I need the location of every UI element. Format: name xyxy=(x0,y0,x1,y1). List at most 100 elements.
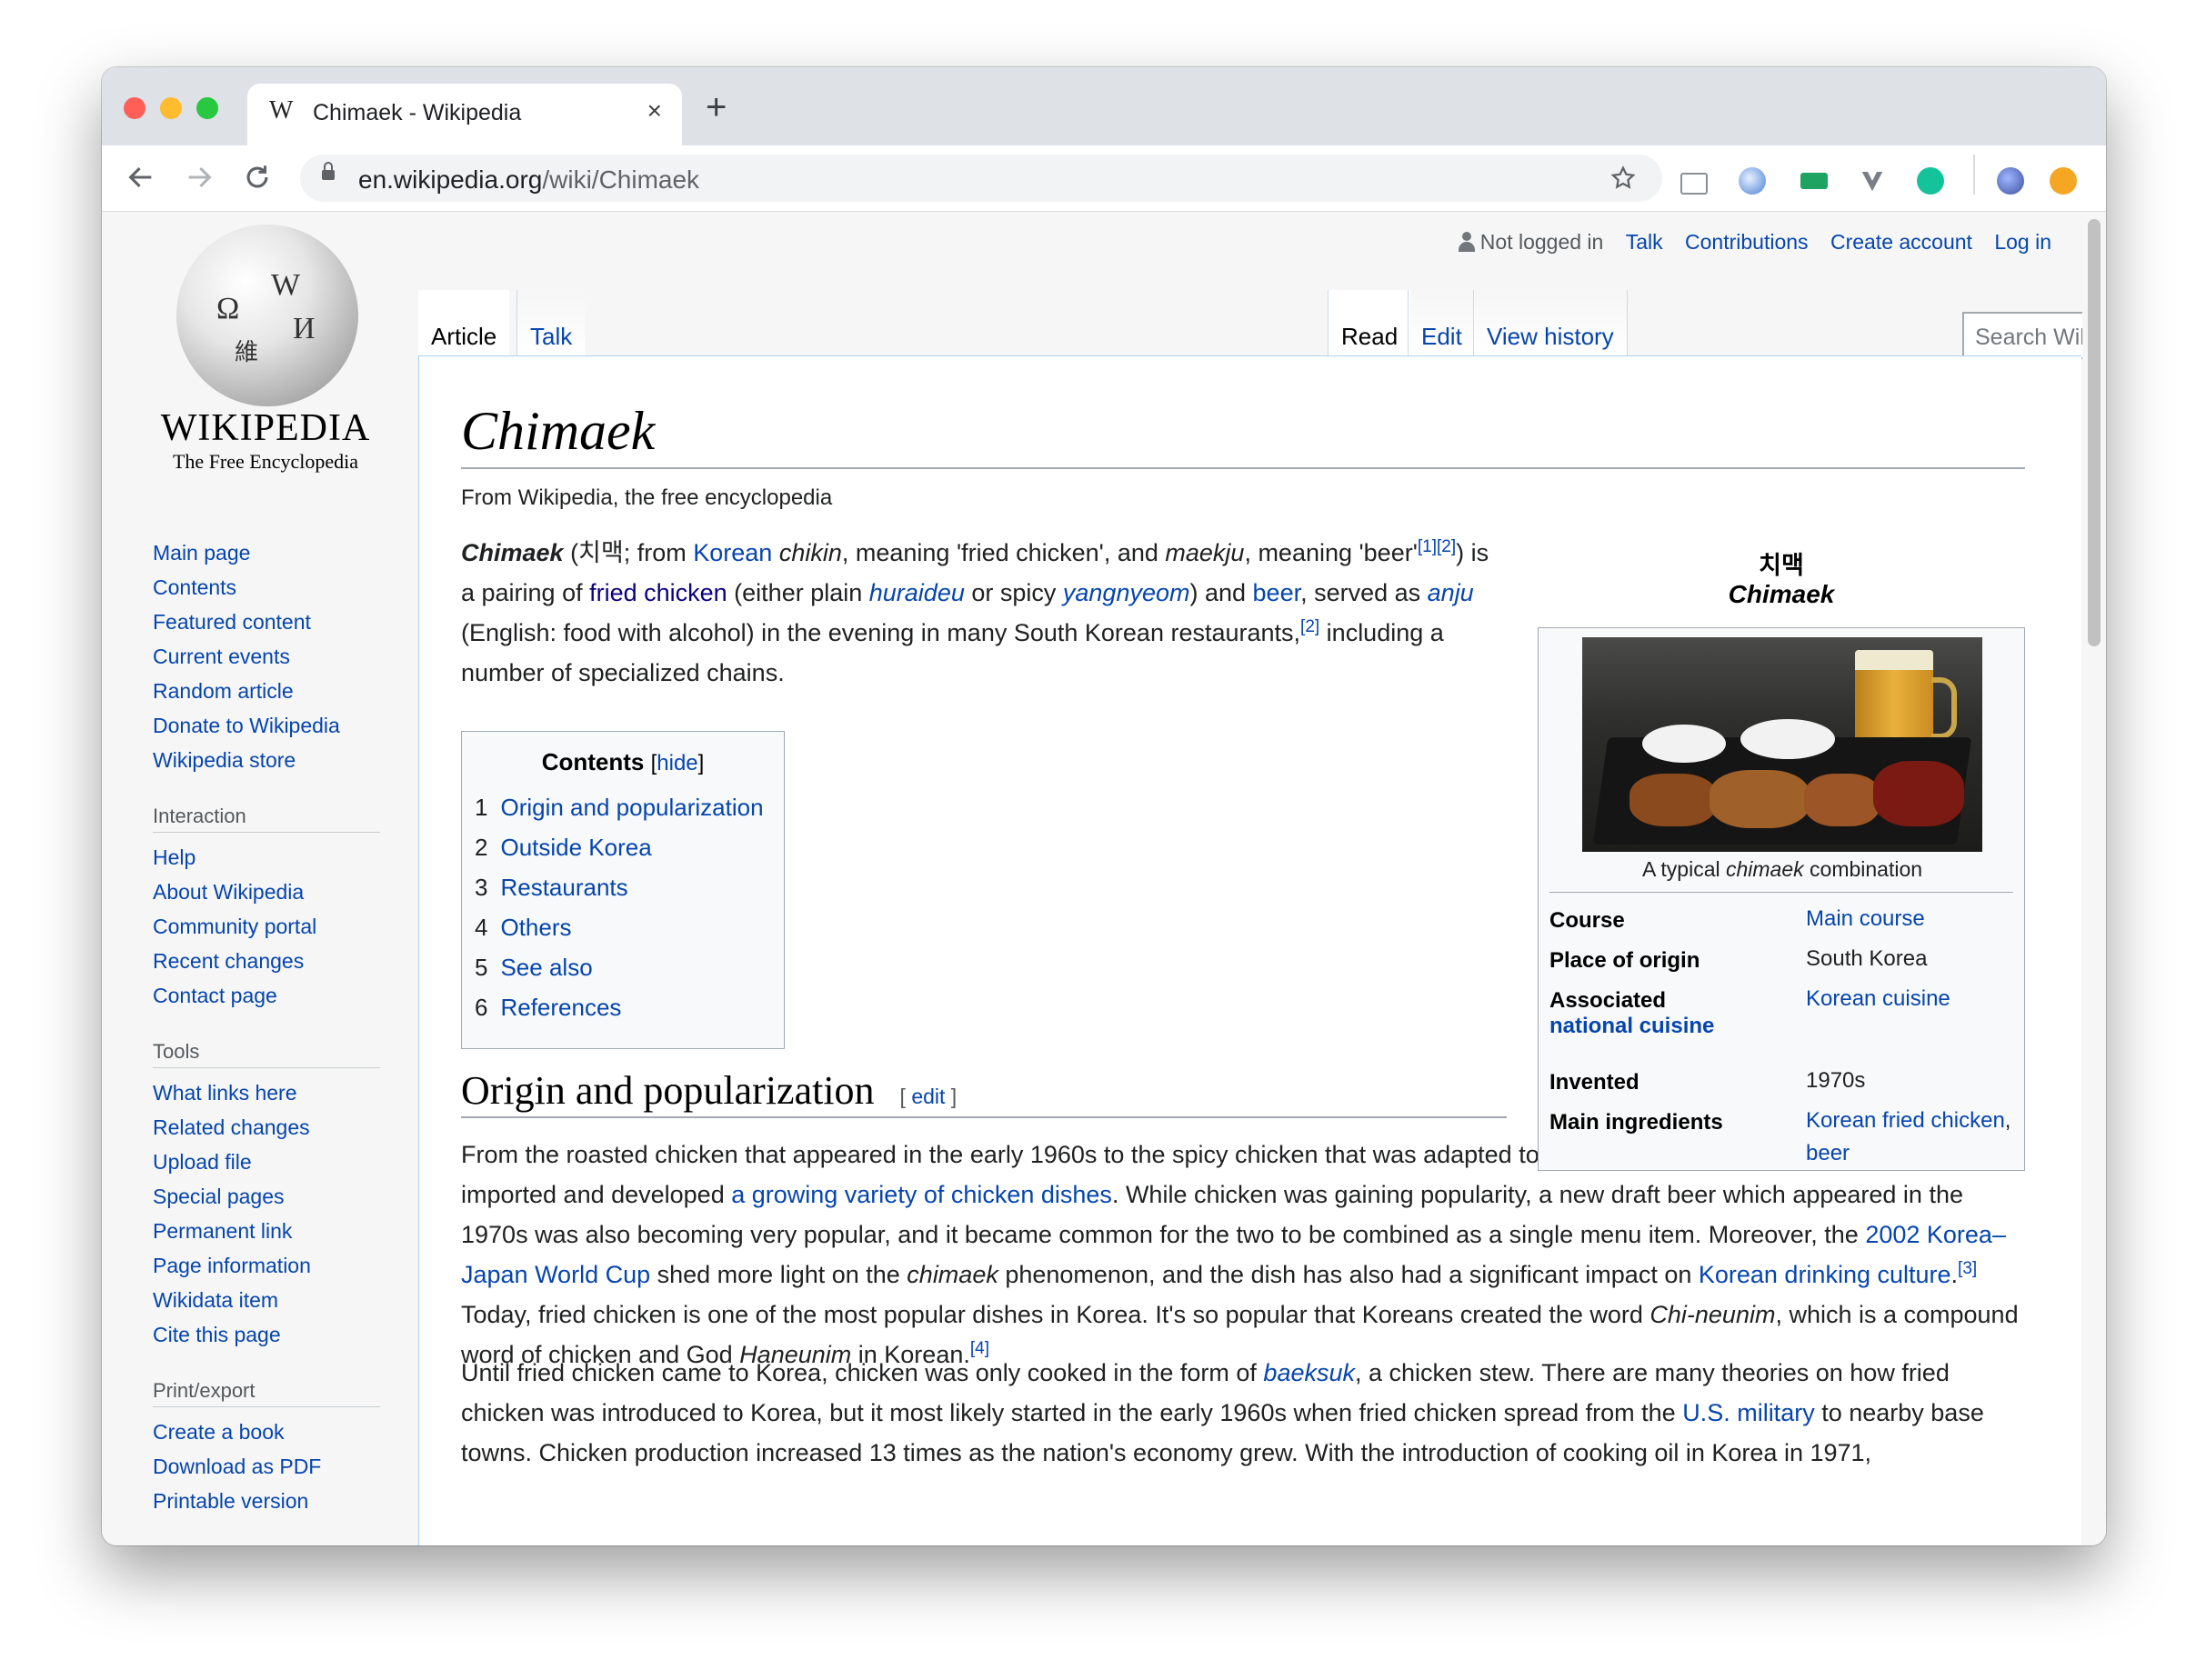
scrollbar-thumb[interactable] xyxy=(2088,219,2101,646)
korean-fried-chicken-link[interactable]: Korean fried chicken xyxy=(1806,1108,2005,1133)
citation-3[interactable]: [3] xyxy=(1958,1259,1977,1278)
tab-article[interactable]: Article xyxy=(418,290,510,357)
toc-label[interactable]: Others xyxy=(500,914,571,941)
sidebar-item-about[interactable]: About Wikipedia xyxy=(153,875,389,909)
chicken-dishes-link[interactable]: a growing variety of chicken dishes xyxy=(731,1181,1112,1208)
lock-icon xyxy=(322,162,335,180)
sidebar-item-recent-changes[interactable]: Recent changes xyxy=(153,944,389,978)
toc-item[interactable]: 5 See also xyxy=(475,947,771,987)
toc-hide-link[interactable]: hide xyxy=(657,751,697,775)
close-window-button[interactable] xyxy=(124,97,145,119)
sidebar-item-special-pages[interactable]: Special pages xyxy=(153,1179,389,1214)
zoom-window-button[interactable] xyxy=(196,97,218,119)
toc-label[interactable]: Restaurants xyxy=(500,874,627,901)
main-course-link[interactable]: Main course xyxy=(1806,903,2033,935)
sidebar-item-community-portal[interactable]: Community portal xyxy=(153,909,389,944)
national-cuisine-link[interactable]: national cuisine xyxy=(1549,1014,1714,1038)
sidebar-item-wikidata-item[interactable]: Wikidata item xyxy=(153,1283,389,1317)
sidebar-item-featured-content[interactable]: Featured content xyxy=(153,605,389,639)
address-bar[interactable]: en.wikipedia.org/wiki/Chimaek xyxy=(300,155,1662,202)
beer-ingredient-link[interactable]: beer xyxy=(1806,1141,1850,1165)
korean-cuisine-link[interactable]: Korean cuisine xyxy=(1806,983,2033,1015)
toc-item[interactable]: 6 References xyxy=(475,987,771,1027)
sidebar-item-donate[interactable]: Donate to Wikipedia xyxy=(153,708,389,743)
create-account-link[interactable]: Create account xyxy=(1830,230,1972,254)
toc-label[interactable]: See also xyxy=(500,954,592,981)
us-military-link[interactable]: U.S. military xyxy=(1682,1399,1815,1426)
sidebar-item-current-events[interactable]: Current events xyxy=(153,639,389,674)
caption-em: chimaek xyxy=(1725,857,1804,881)
chimaek-photo[interactable] xyxy=(1582,637,1982,852)
sidebar-item-what-links-here[interactable]: What links here xyxy=(153,1075,389,1110)
toc-item[interactable]: 1 Origin and popularization xyxy=(475,787,771,827)
huraideu-link[interactable]: huraideu xyxy=(869,579,965,606)
grammarly-icon[interactable] xyxy=(1917,167,1944,195)
section-edit-link[interactable]: edit xyxy=(911,1085,945,1108)
yangnyeom-link[interactable]: yangnyeom xyxy=(1063,579,1190,606)
tab-talk[interactable]: Talk xyxy=(516,290,586,355)
reader-mode-icon[interactable] xyxy=(1680,173,1708,195)
lead-space xyxy=(772,539,779,566)
toc-hide-toggle[interactable]: [hide] xyxy=(651,751,705,775)
toc-label[interactable]: References xyxy=(500,994,621,1021)
lead-paragraph: Chimaek (치맥; from Korean chikin, meaning… xyxy=(461,533,1507,693)
toc-item[interactable]: 4 Others xyxy=(475,907,771,947)
sauce-bowl-shape xyxy=(1740,719,1835,759)
sidebar-item-printable-version[interactable]: Printable version xyxy=(153,1484,389,1518)
sidebar-item-store[interactable]: Wikipedia store xyxy=(153,743,389,777)
fried-chicken-shape xyxy=(1629,774,1717,826)
extension-globe-icon[interactable] xyxy=(1739,167,1766,195)
reload-icon[interactable] xyxy=(242,162,273,193)
tab-edit[interactable]: Edit xyxy=(1408,290,1475,355)
baeksuk-link[interactable]: baeksuk xyxy=(1263,1359,1355,1386)
sidebar-item-download-pdf[interactable]: Download as PDF xyxy=(153,1449,389,1484)
minimize-window-button[interactable] xyxy=(160,97,182,119)
profile-avatar[interactable] xyxy=(1997,167,2024,195)
citation-2[interactable]: [2] xyxy=(1437,537,1456,556)
citation-1[interactable]: [1] xyxy=(1418,537,1437,556)
page-title: Chimaek xyxy=(461,395,2025,469)
tab-read[interactable]: Read xyxy=(1328,290,1411,357)
sidebar-item-create-book[interactable]: Create a book xyxy=(153,1415,389,1449)
extension-ruler-icon[interactable] xyxy=(1800,173,1828,189)
sidebar-item-upload-file[interactable]: Upload file xyxy=(153,1145,389,1179)
lead-text-5: (either plain xyxy=(727,579,869,606)
extension-vivaldi-icon[interactable] xyxy=(1859,167,1886,195)
sidebar-item-contents[interactable]: Contents xyxy=(153,570,389,605)
wikipedia-logo[interactable]: Ω W И 維 WIKIPEDIA The Free Encyclopedia xyxy=(156,225,375,479)
baeksuk-text: baeksuk xyxy=(1263,1359,1355,1386)
log-in-link[interactable]: Log in xyxy=(1994,230,2051,254)
bookmark-star-icon[interactable] xyxy=(1609,165,1637,192)
toc-label[interactable]: Origin and popularization xyxy=(500,794,763,821)
sidebar-item-permanent-link[interactable]: Permanent link xyxy=(153,1214,389,1248)
beer-link[interactable]: beer xyxy=(1253,579,1301,606)
sidebar-item-contact-page[interactable]: Contact page xyxy=(153,978,389,1013)
close-tab-icon[interactable]: × xyxy=(647,96,662,125)
forward-arrow-icon[interactable] xyxy=(184,162,215,193)
fried-chicken-link[interactable]: fried chicken xyxy=(589,579,727,606)
citation-2b[interactable]: [2] xyxy=(1300,617,1319,636)
contributions-link[interactable]: Contributions xyxy=(1685,230,1809,254)
sidebar-item-page-information[interactable]: Page information xyxy=(153,1248,389,1283)
sidebar-item-help[interactable]: Help xyxy=(153,840,389,875)
toc-item[interactable]: 2 Outside Korea xyxy=(475,827,771,867)
page-scrollbar[interactable] xyxy=(2082,212,2106,1545)
new-tab-button[interactable]: + xyxy=(706,89,727,125)
talk-link[interactable]: Talk xyxy=(1626,230,1663,254)
tab-view-history[interactable]: View history xyxy=(1473,290,1628,355)
toc-label[interactable]: Outside Korea xyxy=(500,834,651,861)
anju-link[interactable]: anju xyxy=(1428,579,1474,606)
toc-item[interactable]: 3 Restaurants xyxy=(475,867,771,907)
sidebar-item-main-page[interactable]: Main page xyxy=(153,535,389,570)
update-icon[interactable] xyxy=(2050,167,2077,195)
url-text[interactable]: en.wikipedia.org/wiki/Chimaek xyxy=(358,165,699,195)
sidebar-item-cite-this-page[interactable]: Cite this page xyxy=(153,1317,389,1352)
sidebar-item-related-changes[interactable]: Related changes xyxy=(153,1110,389,1145)
back-arrow-icon[interactable] xyxy=(125,162,156,193)
infobox-label: Invented xyxy=(1549,1070,1639,1095)
sidebar-item-random-article[interactable]: Random article xyxy=(153,674,389,708)
sidebar-heading-print-export: Print/export xyxy=(153,1375,380,1407)
korean-link[interactable]: Korean xyxy=(693,539,772,566)
browser-tab[interactable]: W Chimaek - Wikipedia × xyxy=(247,84,682,145)
drinking-culture-link[interactable]: Korean drinking culture xyxy=(1699,1261,1951,1288)
